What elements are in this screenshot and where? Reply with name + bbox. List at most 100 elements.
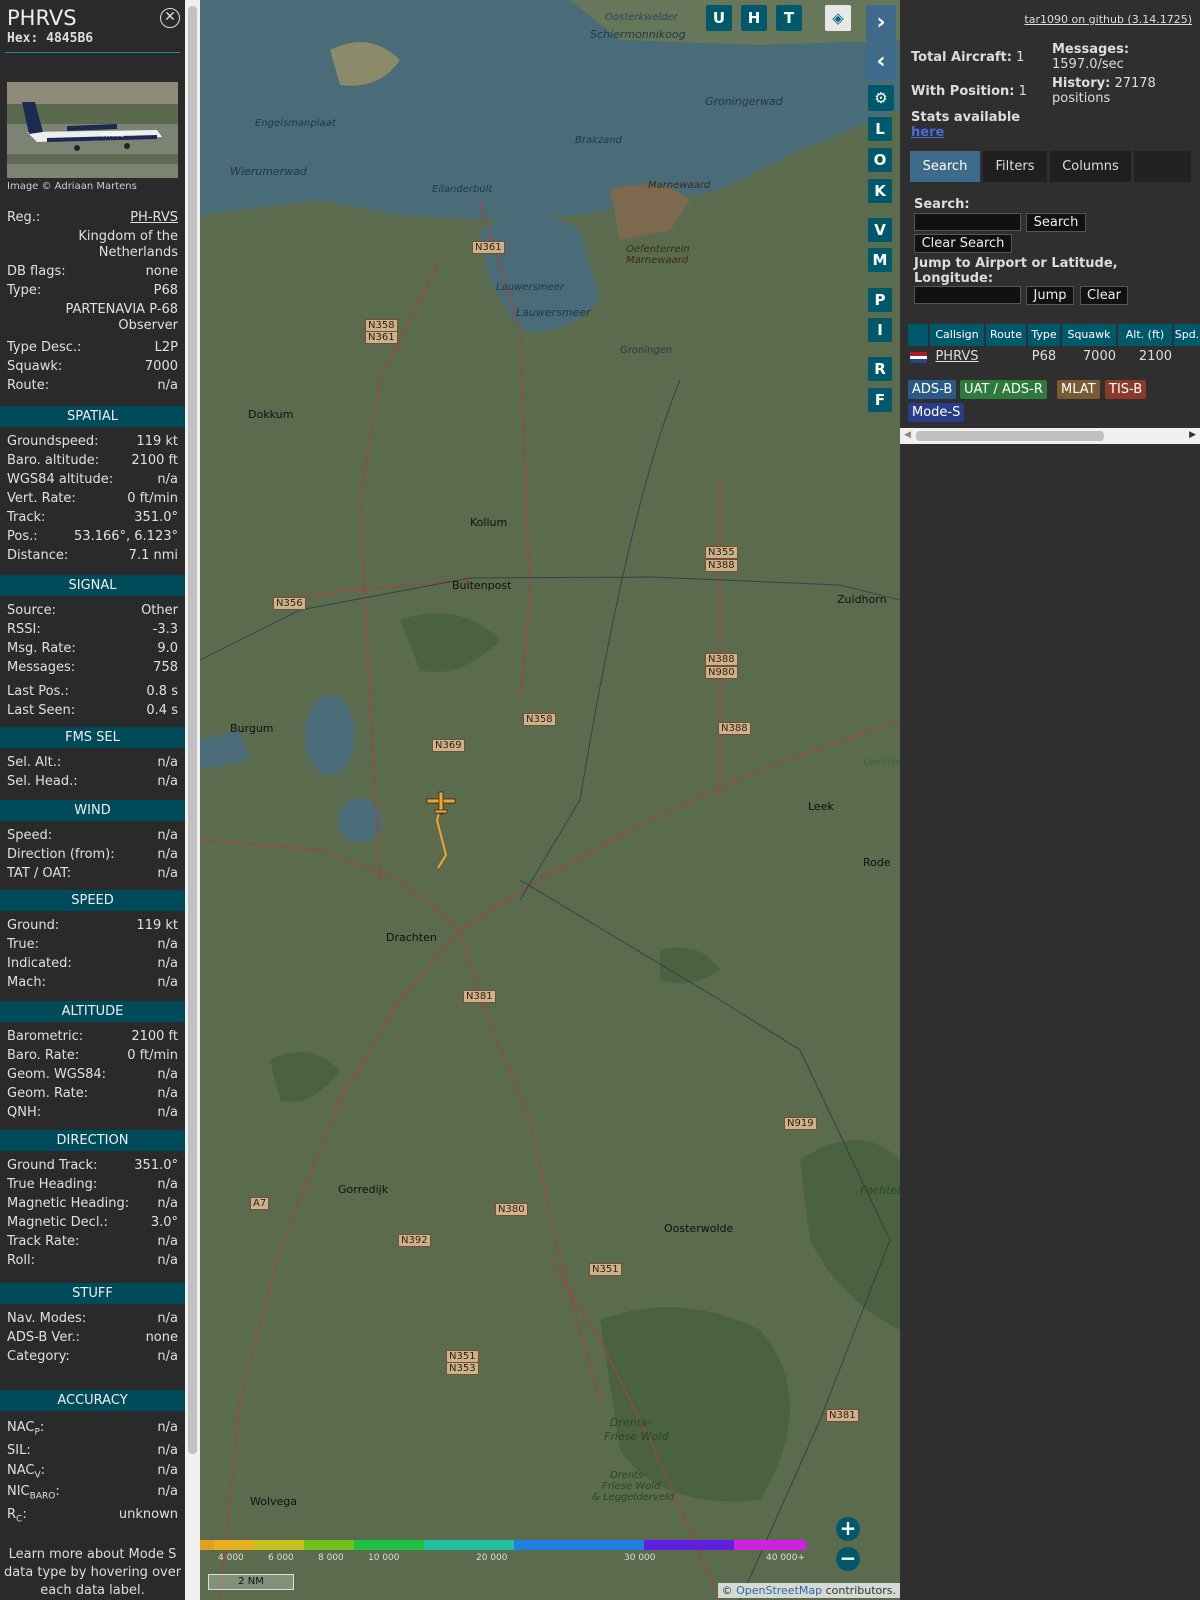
scroll-left-icon[interactable]: ◀ bbox=[904, 430, 911, 440]
map-button-m[interactable]: M bbox=[868, 248, 892, 272]
panel-scrollbar-thumb[interactable] bbox=[188, 6, 197, 1454]
type-name-line-2: Observer bbox=[118, 318, 178, 333]
direction-row: True Heading: n/a bbox=[7, 1177, 178, 1192]
tab-search[interactable]: Search bbox=[910, 151, 980, 182]
route-row: Route: n/a bbox=[7, 378, 178, 393]
rc-row: RC: unknown bbox=[7, 1507, 178, 1525]
col-squawk[interactable]: Squawk bbox=[1062, 324, 1116, 346]
altitude-tick-label: 8 000 bbox=[318, 1553, 344, 1563]
source-badge: UAT / ADS-R bbox=[960, 380, 1047, 399]
total-aircraft: Total Aircraft: 1 bbox=[911, 50, 1025, 65]
col-speed[interactable]: Spd. bbox=[1174, 324, 1200, 346]
source-badge: Mode-S bbox=[908, 403, 965, 422]
aircraft-list-panel: tar1090 on github (3.14.1725) Total Airc… bbox=[900, 0, 1200, 1600]
road-shield: N381 bbox=[463, 990, 496, 1003]
messages-label: Messages: bbox=[1052, 42, 1130, 57]
section-header-accuracy: ACCURACY bbox=[0, 1390, 185, 1411]
map-label: Eilanderbult bbox=[432, 184, 493, 195]
country-line-1: Kingdom of the bbox=[78, 229, 178, 244]
map-button-r[interactable]: R bbox=[868, 357, 892, 381]
map-label: Fochteloë bbox=[860, 1184, 900, 1197]
map-button-l[interactable]: L bbox=[868, 117, 892, 141]
panel-scrollbar[interactable] bbox=[185, 0, 200, 1600]
source-badge: MLAT bbox=[1057, 380, 1100, 399]
github-link[interactable]: tar1090 on github (3.14.1725) bbox=[900, 13, 1192, 26]
row-route bbox=[986, 348, 1026, 366]
history-unit: positions bbox=[1052, 91, 1111, 106]
section-header-altitude: ALTITUDE bbox=[0, 1001, 185, 1022]
search-input[interactable] bbox=[914, 213, 1021, 231]
speed-row: Indicated: n/a bbox=[7, 956, 178, 971]
source-badge: ADS-B bbox=[908, 380, 957, 399]
type-desc-row: Type Desc.: L2P bbox=[7, 340, 178, 355]
table-scrollbar[interactable]: ◀ ▶ bbox=[900, 428, 1200, 444]
signal-row: Messages: 758 bbox=[7, 660, 178, 675]
road-shield: N380 bbox=[495, 1203, 528, 1216]
road-shield: N353 bbox=[446, 1362, 479, 1375]
settings-gear-icon[interactable]: ⚙ bbox=[868, 85, 894, 111]
col-route[interactable]: Route bbox=[986, 324, 1026, 346]
with-position: With Position: 1 bbox=[911, 84, 1027, 99]
table-scrollbar-thumb[interactable] bbox=[916, 431, 1104, 441]
map-attribution: © OpenStreetMap contributors. bbox=[717, 1583, 900, 1598]
map-label: Marnewaard bbox=[648, 180, 711, 191]
learn-more-line-1: Learn more about Mode S bbox=[8, 1547, 177, 1562]
map-button-k[interactable]: K bbox=[868, 179, 892, 203]
layers-icon[interactable]: ◈ bbox=[825, 5, 851, 31]
history: History: 27178 bbox=[1052, 76, 1156, 91]
reg-link[interactable]: PH-RVS bbox=[130, 210, 178, 226]
search-button[interactable]: Search bbox=[1026, 213, 1086, 232]
jump-input[interactable] bbox=[914, 286, 1021, 304]
source-badge: TIS-B bbox=[1105, 380, 1147, 399]
stats-link[interactable]: here bbox=[911, 125, 944, 140]
col-altitude[interactable]: Alt. (ft) bbox=[1118, 324, 1172, 346]
tab-filters[interactable]: Filters bbox=[983, 151, 1047, 182]
col-callsign[interactable]: Callsign bbox=[930, 324, 984, 346]
jump-label: Jump to Airport or Latitude, bbox=[914, 256, 1118, 271]
map-button-t[interactable]: T bbox=[776, 5, 802, 31]
map-button-h[interactable]: H bbox=[741, 5, 767, 31]
db-flags-row: DB flags: none bbox=[7, 264, 178, 279]
map-button-f[interactable]: F bbox=[868, 388, 892, 412]
col-type[interactable]: Type bbox=[1028, 324, 1060, 346]
spatial-row: Baro. altitude: 2100 ft bbox=[7, 453, 178, 468]
osm-link[interactable]: OpenStreetMap bbox=[736, 1584, 822, 1597]
clear-button[interactable]: Clear bbox=[1080, 286, 1128, 305]
aircraft-photo[interactable]: PH-RVS bbox=[7, 82, 178, 178]
wind-row: Direction (from): n/a bbox=[7, 847, 178, 862]
chevron-left-icon[interactable]: ‹ bbox=[866, 44, 896, 80]
map-button-o[interactable]: O bbox=[868, 148, 892, 172]
chevron-right-icon[interactable]: › bbox=[866, 5, 896, 41]
zoom-in-icon[interactable]: + bbox=[836, 1517, 860, 1541]
zoom-out-icon[interactable]: − bbox=[836, 1547, 860, 1571]
signal-row: Source: Other bbox=[7, 603, 178, 618]
map-label: Oosterkwelder bbox=[605, 12, 678, 23]
road-shield: N919 bbox=[784, 1117, 817, 1130]
spatial-row: WGS84 altitude: n/a bbox=[7, 472, 178, 487]
altitude-row: QNH: n/a bbox=[7, 1105, 178, 1120]
map-button-v[interactable]: V bbox=[868, 218, 892, 242]
close-icon[interactable]: ✕ bbox=[160, 8, 180, 28]
road-shield: N980 bbox=[705, 666, 738, 679]
tab-columns[interactable]: Columns bbox=[1050, 151, 1131, 182]
map-label: Wolvega bbox=[250, 1495, 298, 1508]
map-button-u[interactable]: U bbox=[706, 5, 732, 31]
scroll-right-icon[interactable]: ▶ bbox=[1189, 430, 1196, 440]
svg-text:PH-RVS: PH-RVS bbox=[102, 132, 124, 139]
map-label: Leek bbox=[808, 800, 834, 813]
row-squawk: 7000 bbox=[1082, 349, 1116, 364]
road-shield: N388 bbox=[718, 722, 751, 735]
speed-row: True: n/a bbox=[7, 937, 178, 952]
direction-row: Magnetic Heading: n/a bbox=[7, 1196, 178, 1211]
clear-search-button[interactable]: Clear Search bbox=[914, 234, 1012, 253]
row-callsign[interactable]: PHRVS bbox=[930, 348, 984, 366]
stats-label: Stats available bbox=[911, 110, 1021, 125]
map[interactable]: Oosterkwelder Schiermonnikoog Groningerw… bbox=[200, 0, 900, 1600]
jump-button[interactable]: Jump bbox=[1026, 286, 1074, 305]
map-button-i[interactable]: I bbox=[868, 318, 892, 342]
search-label: Search: bbox=[914, 197, 970, 212]
tab-blank bbox=[1134, 151, 1191, 182]
map-button-p[interactable]: P bbox=[868, 288, 892, 312]
altitude-tick-label: 40 000+ bbox=[766, 1553, 806, 1563]
altitude-tick-label: 4 000 bbox=[218, 1553, 244, 1563]
